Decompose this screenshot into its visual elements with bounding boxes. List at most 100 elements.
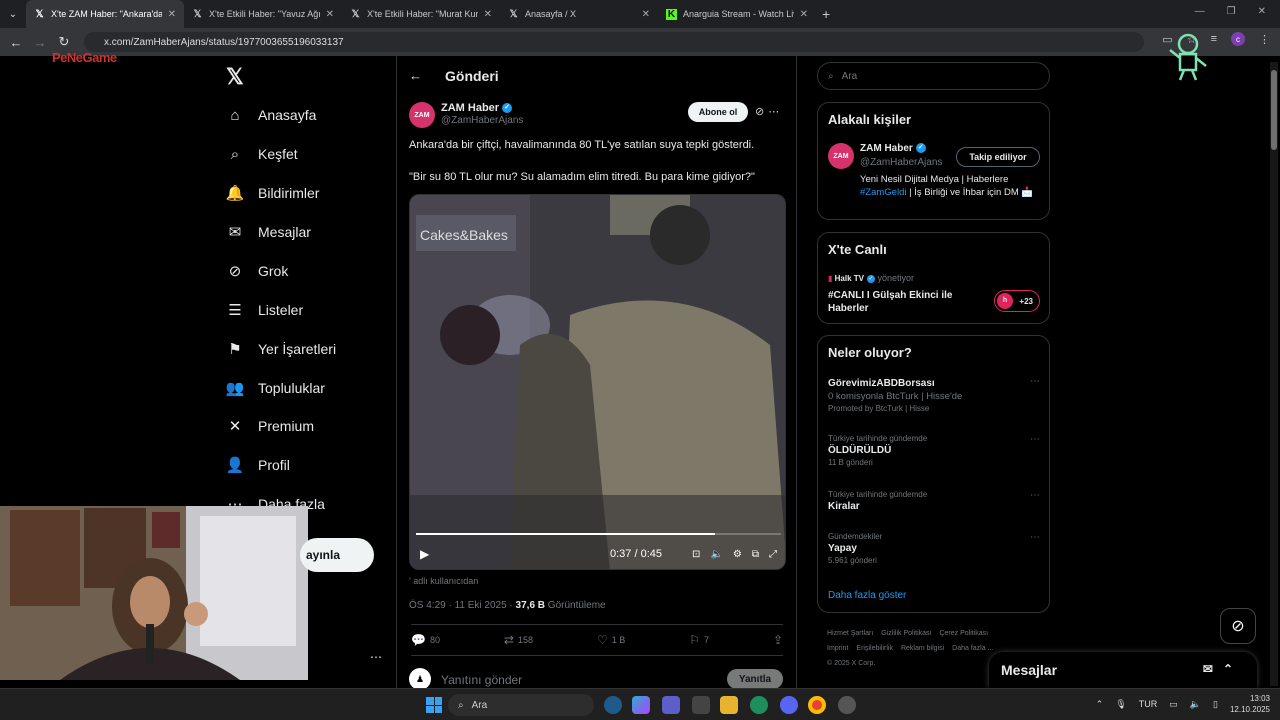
trend-more-icon[interactable]: ⋯ <box>1030 490 1040 501</box>
nav-item-yer-i-şaretleri[interactable]: ⚑ Yer İşaretleri <box>226 340 336 358</box>
play-icon[interactable]: ▶ <box>420 547 429 561</box>
video-progress-bar[interactable] <box>416 533 781 535</box>
close-tab-icon[interactable]: ✕ <box>484 9 492 20</box>
post-button[interactable]: ayınla <box>300 538 374 572</box>
pip-icon[interactable]: ⧉ <box>752 549 759 560</box>
tab-search-button[interactable]: ⌄ <box>0 9 26 20</box>
messages-drawer[interactable]: Mesajlar ✉⌃ <box>989 652 1257 688</box>
chrome-icon[interactable] <box>808 696 826 714</box>
grok-float-button[interactable]: ⊘ <box>1220 608 1256 644</box>
scrollbar[interactable] <box>1270 62 1278 686</box>
trend-item[interactable]: Türkiye tarihinde gündemde ÖLDÜRÜLDÜ 11 B … <box>828 434 1040 467</box>
trend-more-icon[interactable]: ⋯ <box>1030 434 1040 445</box>
expand-icon[interactable]: ⌃ <box>1223 662 1243 676</box>
file-explorer-icon[interactable] <box>720 696 738 714</box>
related-handle[interactable]: @ZamHaberAjans <box>860 157 942 168</box>
chevron-up-icon[interactable]: ⌃ <box>1096 699 1104 710</box>
grok-icon[interactable]: ⊘ <box>755 106 768 118</box>
network-icon[interactable]: ▭ <box>1169 699 1178 710</box>
footer-link[interactable]: Daha fazla ... <box>952 645 993 652</box>
back-arrow-icon[interactable]: ← <box>409 68 422 83</box>
mic-icon[interactable]: 🎙 <box>1115 699 1126 710</box>
nav-item-listeler[interactable]: ☰ Listeler <box>226 301 303 319</box>
footer-link[interactable]: Gizlilik Politikası <box>881 630 931 637</box>
trend-more-icon[interactable]: ⋯ <box>1030 376 1040 387</box>
nav-item-anasayfa[interactable]: ⌂ Anasayfa <box>226 106 316 124</box>
close-tab-icon[interactable]: ✕ <box>642 9 650 20</box>
related-name[interactable]: ZAM Haber ✓ <box>860 143 926 154</box>
captions-icon[interactable]: ⊡ <box>692 549 700 560</box>
close-tab-icon[interactable]: ✕ <box>168 9 176 20</box>
nav-item-topluluklar[interactable]: 👥 Topluluklar <box>226 379 325 397</box>
bio-hashtag[interactable]: #ZamGeldi <box>860 187 906 198</box>
author-name[interactable]: ZAM Haber ✓ <box>441 102 513 114</box>
edge-icon[interactable] <box>750 696 768 714</box>
nav-item-grok[interactable]: ⊘ Grok <box>226 262 289 280</box>
close-window-icon[interactable]: ✕ <box>1258 6 1266 17</box>
footer-link[interactable]: Erişilebilirlik <box>856 645 893 652</box>
forward-icon[interactable]: → <box>28 35 52 50</box>
account-menu-icon[interactable]: ⋯ <box>370 650 382 664</box>
bookmark-action[interactable]: ⚐ 7 <box>689 633 709 647</box>
live-card[interactable]: X'te Canlı ▮ Halk TV ✓ yönetiyor #CANLI I… <box>817 232 1050 324</box>
close-tab-icon[interactable]: ✕ <box>326 9 334 20</box>
reply-action[interactable]: 💬 80 <box>411 633 440 647</box>
reply-input[interactable]: Yanıtını gönder <box>441 673 522 687</box>
browser-tab[interactable]: K Anarguia Stream - Watch Live o ✕ <box>658 0 816 28</box>
battery-icon[interactable]: ▯ <box>1213 699 1218 710</box>
language-indicator[interactable]: TUR <box>1139 699 1158 709</box>
close-tab-icon[interactable]: ✕ <box>800 9 808 20</box>
maximize-icon[interactable]: ❐ <box>1227 6 1236 17</box>
share-action[interactable]: ⇪ <box>773 633 783 647</box>
compose-message-icon[interactable]: ✉ <box>1203 662 1223 676</box>
x-logo-icon[interactable]: 𝕏 <box>226 64 244 90</box>
reading-list-icon[interactable]: ≡ <box>1211 33 1217 45</box>
volume-icon[interactable]: 🔈 <box>1190 699 1201 710</box>
start-icon[interactable] <box>426 697 442 713</box>
teams-icon[interactable] <box>662 696 680 714</box>
nav-item-profil[interactable]: 👤 Profil <box>226 456 290 474</box>
nav-item-bildirimler[interactable]: 🔔 Bildirimler <box>226 184 320 202</box>
video-player[interactable]: Cakes&Bakes ▶ 0:37 / 0:45 ⊡ 🔈 ⚙ ⧉ ⤢ <box>409 194 786 570</box>
browser-tab[interactable]: 𝕏 X'te ZAM Haber: "Ankara'da bi ✕ <box>26 0 184 28</box>
author-handle[interactable]: @ZamHaberAjans <box>441 115 523 126</box>
back-icon[interactable]: ← <box>4 35 28 50</box>
copilot-icon[interactable] <box>632 696 650 714</box>
profile-avatar[interactable]: c <box>1231 32 1245 46</box>
repost-action[interactable]: ⇄ 158 <box>504 633 533 647</box>
obs-icon[interactable] <box>838 696 856 714</box>
taskbar-search[interactable]: ⌕ Ara <box>448 694 594 716</box>
like-action[interactable]: ♡ 1 B <box>597 633 625 647</box>
scrollbar-thumb[interactable] <box>1271 70 1277 150</box>
user-avatar[interactable]: ♟ <box>409 668 431 690</box>
search-input[interactable]: ⌕ Ara <box>817 62 1050 90</box>
browser-tab[interactable]: 𝕏 X'te Etkili Haber: "Murat Kurum ✕ <box>342 0 500 28</box>
footer-link[interactable]: Çerez Politikası <box>939 630 988 637</box>
footer-link[interactable]: Reklam bilgisi <box>901 645 944 652</box>
show-more-link[interactable]: Daha fazla göster <box>828 590 906 601</box>
following-button[interactable]: Takip ediliyor <box>956 147 1040 167</box>
menu-icon[interactable]: ⋮ <box>1259 33 1270 46</box>
video-source-caption[interactable]: ' adlı kullanıcıdan <box>409 576 478 586</box>
footer-link[interactable]: Hizmet Şartları <box>827 630 873 637</box>
reply-button[interactable]: Yanıtla <box>727 669 783 689</box>
footer-link[interactable]: © 2025 X Corp. <box>827 660 875 667</box>
trend-more-icon[interactable]: ⋯ <box>1030 532 1040 543</box>
volume-icon[interactable]: 🔈 <box>710 549 722 560</box>
subscribe-button[interactable]: Abone ol <box>688 102 748 122</box>
new-tab-button[interactable]: + <box>822 6 830 22</box>
related-avatar[interactable]: ZAM <box>828 143 854 169</box>
footer-link[interactable]: Imprint <box>827 645 848 652</box>
reload-icon[interactable]: ↻ <box>52 34 76 50</box>
settings-icon[interactable]: ⚙ <box>733 549 742 560</box>
trend-item[interactable]: GörevimizABDBorsası 0 komisyonla BtcTurk … <box>828 376 1040 413</box>
discord-icon[interactable] <box>780 696 798 714</box>
minimize-icon[interactable]: — <box>1195 6 1205 17</box>
edge-copilot-icon[interactable] <box>604 696 622 714</box>
fullscreen-icon[interactable]: ⤢ <box>769 549 777 560</box>
nav-item-premium[interactable]: ✕ Premium <box>226 417 314 435</box>
browser-tab[interactable]: 𝕏 Anasayfa / X ✕ <box>500 0 658 28</box>
more-options-icon[interactable]: ⋯ <box>768 106 783 118</box>
nav-item-mesajlar[interactable]: ✉ Mesajlar <box>226 223 311 241</box>
clock[interactable]: 13:03 12.10.2025 <box>1230 693 1270 715</box>
